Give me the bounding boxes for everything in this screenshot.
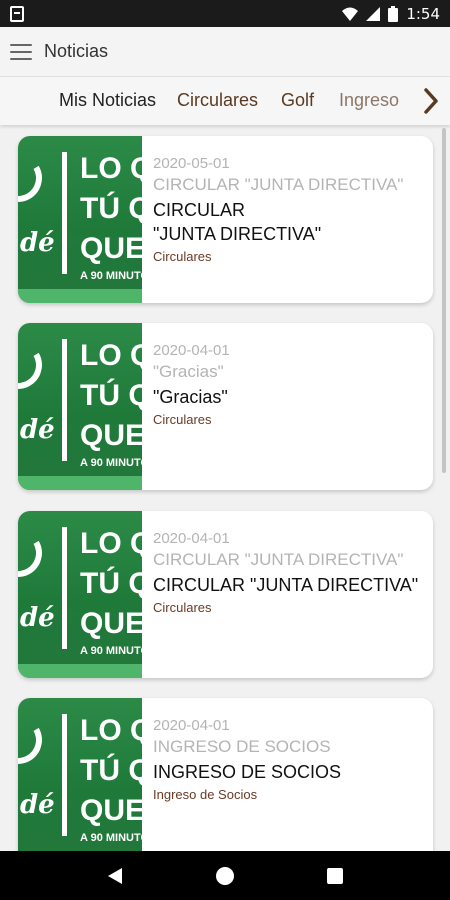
news-card[interactable]: dé LO QUE TÚ QUIERAS QUE SEA A 90 MINUTOS 202… [18,323,433,490]
signal-icon [366,6,381,21]
thumbnail-subtext: A 90 MINUTOS [80,645,142,657]
chevron-right-icon[interactable] [412,77,450,125]
battery-icon [388,5,399,22]
news-card-body: 2020-05-01 CIRCULAR "JUNTA DIRECTIVA" CIRC… [153,154,423,266]
news-thumbnail: dé LO QUE TÚ QUIERAS QUE SEA A 90 MINUTOS [18,136,142,303]
thumbnail-band [18,664,142,678]
thumbnail-divider [62,152,67,274]
thumbnail-slogan-line3: QUE SEA [80,794,142,827]
news-category[interactable]: Circulares [153,599,423,617]
news-thumbnail: dé LO QUE TÚ QUIERAS QUE SEA A 90 MINUTOS [18,323,142,490]
home-circle-icon[interactable] [215,866,235,886]
clock: 1:54 [406,4,440,23]
news-date: 2020-04-01 [153,342,230,359]
news-thumbnail: dé LO QUE TÚ QUIERAS QUE SEA A 90 MINUTOS [18,698,142,851]
thumbnail-brand: dé [20,790,55,820]
thumbnail-slogan-line3: QUE SEA [80,419,142,452]
news-card-body: 2020-04-01 "Gracias" "Gracias" Circulares [153,341,423,429]
hamburger-menu-icon[interactable] [10,43,32,60]
thumbnail-subtext: A 90 MINUTOS [80,832,142,844]
thumbnail-slogan-line2: TÚ QUIERAS [80,192,142,225]
thumbnail-brand: dé [20,415,55,445]
news-date: 2020-04-01 [153,717,230,734]
news-subtitle: CIRCULAR "JUNTA DIRECTIVA" [153,550,404,569]
thumbnail-subtext: A 90 MINUTOS [80,457,142,469]
status-bar: 1:54 [0,0,450,27]
thumbnail-slogan-line1: LO QUE [80,152,142,185]
news-category[interactable]: Circulares [153,248,423,266]
thumbnail-slogan-line3: QUE SEA [80,232,142,265]
news-date: 2020-04-01 [153,530,230,547]
tab-ingreso[interactable]: Ingreso [339,90,399,111]
news-card[interactable]: dé LO QUE TÚ QUIERAS QUE SEA A 90 MINUTOS 202… [18,511,433,678]
news-category[interactable]: Circulares [153,411,423,429]
news-title: INGRESO DE SOCIOS [153,762,342,782]
news-subtitle: "Gracias" [153,362,224,381]
thumbnail-divider [62,339,67,461]
news-subtitle: INGRESO DE SOCIOS [153,737,331,756]
thumbnail-slogan-line1: LO QUE [80,527,142,560]
tab-golf[interactable]: Golf [281,90,314,111]
thumbnail-divider [62,527,67,649]
thumbnail-brand: dé [20,603,55,633]
tab-circulares[interactable]: Circulares [177,90,258,111]
thumbnail-slogan-line2: TÚ QUIERAS [80,379,142,412]
news-card-body: 2020-04-01 INGRESO DE SOCIOS INGRESO DE SO… [153,716,423,804]
recents-square-icon[interactable] [326,867,344,885]
news-subtitle: CIRCULAR "JUNTA DIRECTIVA" [153,175,404,194]
news-category[interactable]: Ingreso de Socios [153,786,423,804]
navigation-bar [0,851,450,900]
thumbnail-slogan-line2: TÚ QUIERAS [80,567,142,600]
news-title: CIRCULAR "JUNTA DIRECTIVA" [153,200,322,244]
logo-swirl-icon [18,335,48,395]
logo-swirl-icon [18,148,48,208]
logo-swirl-icon [18,523,48,583]
scrollbar-thumb[interactable] [442,128,446,473]
thumbnail-slogan-line2: TÚ QUIERAS [80,754,142,787]
news-title: CIRCULAR "JUNTA DIRECTIVA" [153,575,419,595]
wifi-icon [342,7,359,21]
page-title: Noticias [44,41,109,61]
logo-swirl-icon [18,710,48,770]
thumbnail-brand: dé [20,228,55,258]
thumbnail-slogan-line1: LO QUE [80,714,142,747]
thumbnail-band [18,289,142,303]
tab-mis-noticias[interactable]: Mis Noticias [59,90,156,111]
thumbnail-slogan-line3: QUE SEA [80,607,142,640]
thumbnail-subtext: A 90 MINUTOS [80,270,142,282]
news-list: dé LO QUE TÚ QUIERAS QUE SEA A 90 MINUTOS 202… [0,125,450,851]
news-thumbnail: dé LO QUE TÚ QUIERAS QUE SEA A 90 MINUTOS [18,511,142,678]
category-tab-bar: Mis Noticias Circulares Golf Ingreso [0,77,450,125]
notification-icon [10,5,24,22]
news-title: "Gracias" [153,387,228,407]
thumbnail-slogan-line1: LO QUE [80,339,142,372]
thumbnail-divider [62,714,67,836]
news-card-body: 2020-04-01 CIRCULAR "JUNTA DIRECTIVA" CIRC… [153,529,423,617]
news-date: 2020-05-01 [153,155,230,172]
app-bar: Noticias [0,27,450,77]
news-card[interactable]: dé LO QUE TÚ QUIERAS QUE SEA A 90 MINUTOS 202… [18,136,433,303]
news-card[interactable]: dé LO QUE TÚ QUIERAS QUE SEA A 90 MINUTOS 202… [18,698,433,851]
thumbnail-band [18,476,142,490]
back-triangle-icon[interactable] [106,866,124,886]
